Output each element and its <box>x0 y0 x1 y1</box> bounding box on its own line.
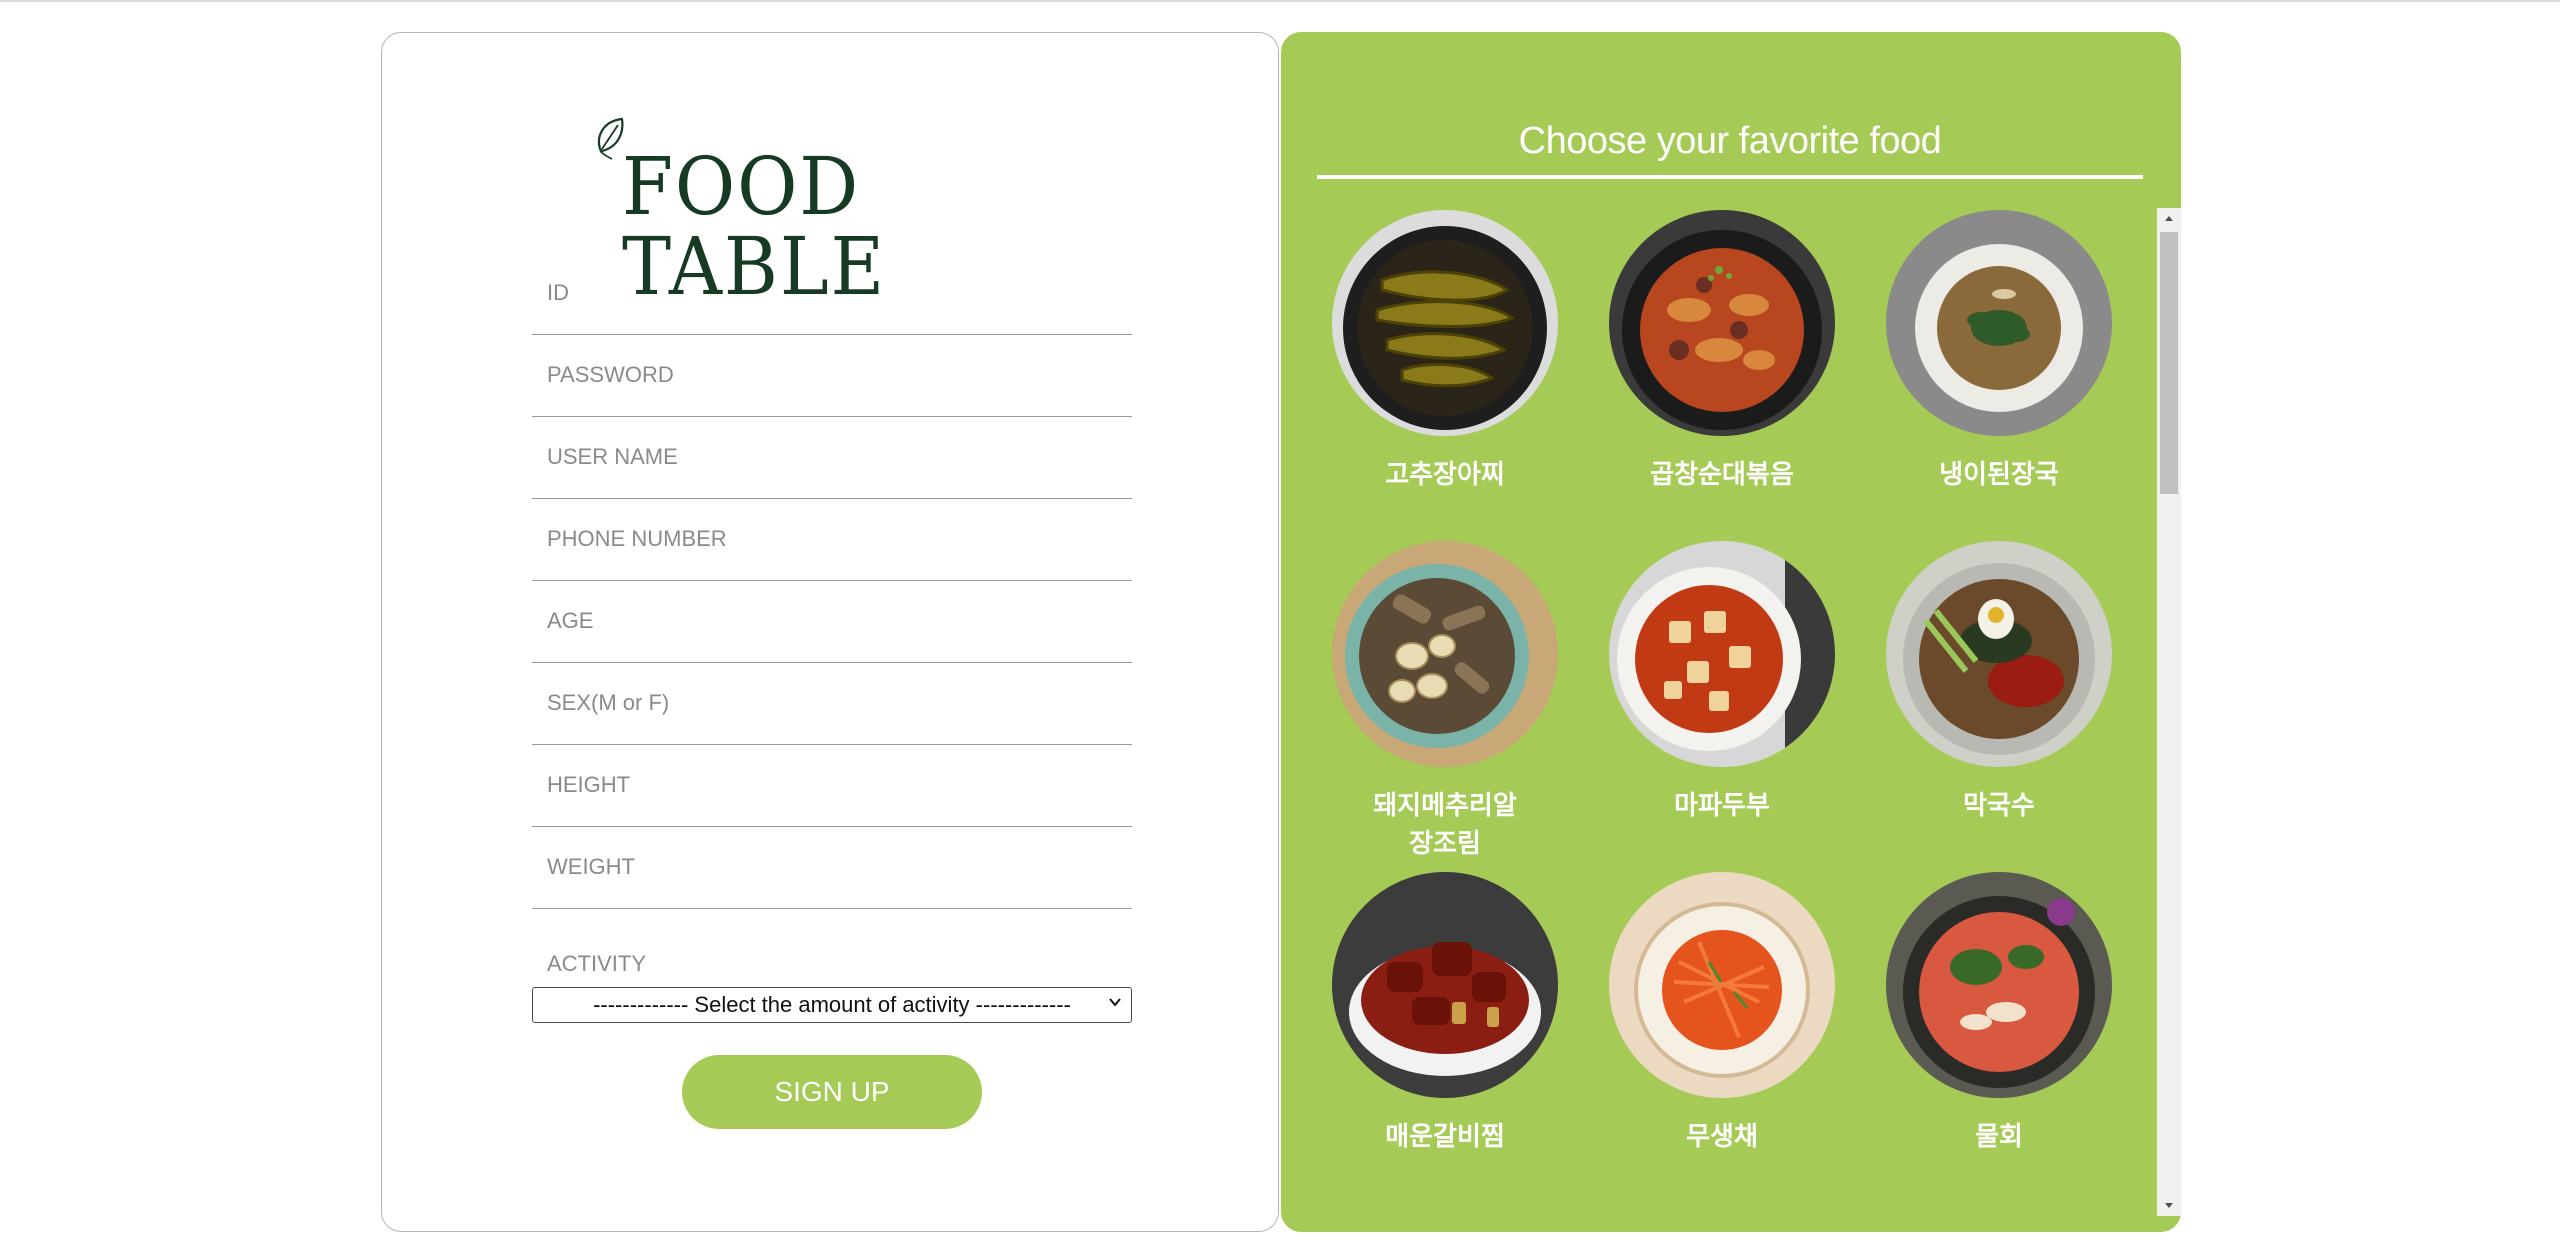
activity-select-value: ------------- Select the amount of activ… <box>593 992 1071 1017</box>
activity-select[interactable]: ------------- Select the amount of activ… <box>532 987 1132 1023</box>
phone-number-field[interactable] <box>532 498 1132 580</box>
chevron-down-icon <box>1109 998 1121 1007</box>
stir-fried-gopchang-dish-icon <box>1609 210 1835 436</box>
spicy-braised-ribs-dish-icon <box>1332 872 1558 1098</box>
username-field-row <box>532 416 1132 499</box>
food-name: 고추장아찌 <box>1385 460 1505 490</box>
password-field-row <box>532 334 1132 417</box>
username-field[interactable] <box>532 416 1132 498</box>
weight-field[interactable] <box>532 826 1132 908</box>
activity-label-row: ACTIVITY <box>532 909 1132 987</box>
food-list-scrollbar[interactable] <box>2157 208 2181 1216</box>
cold-raw-fish-soup-icon <box>1886 872 2112 1098</box>
weight-field-row <box>532 826 1132 909</box>
shepherds-purse-soup-icon <box>1886 210 2112 436</box>
food-name: 막국수 <box>1963 791 2035 821</box>
pickled-pepper-dish-icon <box>1332 210 1558 436</box>
height-field-row <box>532 744 1132 827</box>
id-field-row <box>532 252 1132 335</box>
food-name: 돼지메추리알 장조림 <box>1373 791 1517 859</box>
top-border <box>0 0 2560 2</box>
height-field[interactable] <box>532 744 1132 826</box>
signup-button[interactable]: SIGN UP <box>682 1055 982 1129</box>
signup-form: ACTIVITY ------------- Select the amount… <box>532 252 1132 1023</box>
food-name: 곱창순대볶음 <box>1650 460 1794 490</box>
food-name: 마파두부 <box>1674 791 1770 821</box>
food-panel-title: Choose your favorite food <box>1518 120 1942 162</box>
age-field[interactable] <box>532 580 1132 662</box>
food-panel: Choose your favorite food 고추장아찌 곱창순대볶음 냉… <box>1281 32 2181 1232</box>
activity-label: ACTIVITY <box>547 951 647 976</box>
scroll-thumb[interactable] <box>2160 232 2178 494</box>
food-list[interactable]: 고추장아찌 곱창순대볶음 냉이된장국 돼지메추리알 장조림 마파두부 막국수 매… <box>1317 208 2181 1232</box>
food-name: 매운갈비찜 <box>1385 1122 1505 1152</box>
mapo-tofu-dish-icon <box>1609 541 1835 767</box>
age-field-row <box>532 580 1132 663</box>
food-name: 물회 <box>1975 1122 2023 1152</box>
sex-field[interactable] <box>532 662 1132 744</box>
signup-panel: FOOD TABLE ID USER NAME PHONE NUMBER AGE… <box>381 32 1279 1232</box>
title-divider <box>1317 175 2143 179</box>
radish-salad-dish-icon <box>1609 872 1835 1098</box>
password-field[interactable] <box>532 334 1132 416</box>
phone-field-row <box>532 498 1132 581</box>
braised-pork-quail-egg-dish-icon <box>1332 541 1558 767</box>
buckwheat-noodle-dish-icon <box>1886 541 2112 767</box>
scroll-down-arrow-icon[interactable] <box>2157 1196 2181 1216</box>
food-name: 냉이된장국 <box>1939 460 2059 490</box>
logo: FOOD TABLE <box>594 89 1074 307</box>
scroll-up-arrow-icon[interactable] <box>2157 208 2181 228</box>
signup-layout: FOOD TABLE ID USER NAME PHONE NUMBER AGE… <box>381 32 2181 1234</box>
sex-field-row <box>532 662 1132 745</box>
id-field[interactable] <box>532 252 1132 334</box>
food-name: 무생채 <box>1686 1122 1758 1152</box>
